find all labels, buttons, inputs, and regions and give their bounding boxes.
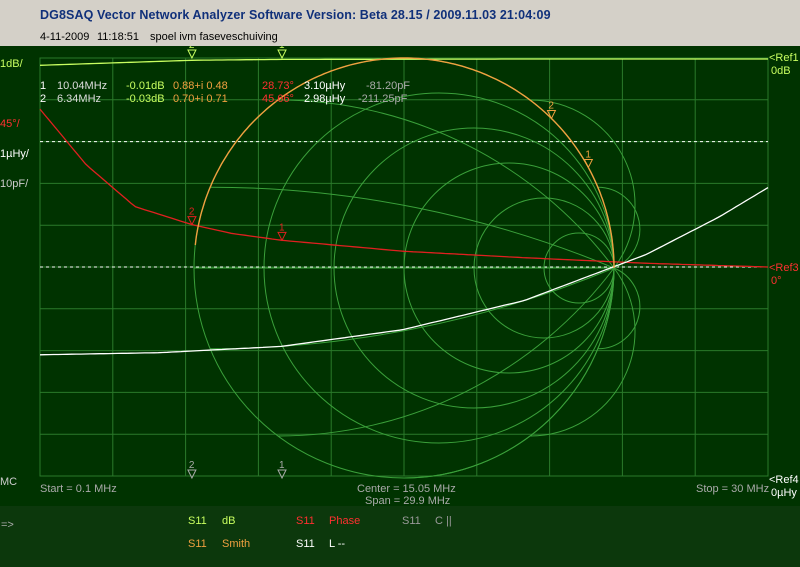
- marker-2-L: 2.98µHy: [304, 93, 346, 105]
- axis-marker-2-num: 2: [189, 460, 195, 471]
- marker-1-C: -81.20pF: [366, 80, 411, 92]
- ref4-value: 0µHy: [771, 487, 797, 499]
- legend-db-mode[interactable]: dB: [222, 515, 235, 527]
- trace-legend: => S11 dB S11 Phase S11 C || S11 Smith S…: [0, 506, 800, 567]
- center-freq: Center = 15.05 MHz: [357, 483, 456, 495]
- smith-marker-1-num: 1: [585, 149, 591, 160]
- start-freq: Start = 0.1 MHz: [40, 483, 117, 495]
- marker-1-num: 1: [40, 80, 47, 92]
- phase-marker-2-num: 2: [189, 207, 195, 218]
- legend-arrow: =>: [1, 519, 14, 531]
- axis-L-scale: 1µHy/: [0, 148, 29, 160]
- legend-c-mode[interactable]: C ||: [435, 515, 452, 527]
- ref1-value: 0dB: [771, 65, 791, 77]
- marker-2-smith: 0.70+i 0.71: [173, 93, 228, 105]
- info-bar: 4-11-2009 11:18:51 spoel ivm faseveschui…: [0, 30, 800, 46]
- marker-2-phase: 45.66°: [262, 93, 294, 105]
- legend-smith-channel[interactable]: S11: [188, 538, 207, 550]
- measure-note: spoel ivm faseveschuiving: [150, 31, 278, 43]
- db-marker-1-num: 1: [279, 46, 285, 51]
- legend-L-mode[interactable]: L --: [329, 538, 345, 550]
- db-marker-2-num: 2: [189, 46, 195, 51]
- marker-1-freq: 10.04MHz: [57, 80, 108, 92]
- marker-1-db: -0.01dB: [126, 80, 165, 92]
- marker-1-smith: 0.88+i 0.48: [173, 80, 228, 92]
- measure-time: 11:18:51: [97, 31, 140, 43]
- plot-background: [0, 46, 800, 506]
- legend-phase-mode[interactable]: Phase: [329, 515, 360, 527]
- app-title: DG8SAQ Vector Network Analyzer Software …: [40, 8, 551, 22]
- vna-app: DG8SAQ Vector Network Analyzer Software …: [0, 0, 800, 567]
- smith-marker-2-num: 2: [548, 100, 554, 111]
- marker-1-phase: 28.73°: [262, 80, 294, 92]
- marker-2-db: -0.03dB: [126, 93, 165, 105]
- ref4-label: <Ref4: [769, 474, 799, 486]
- phase-marker-1-num: 1: [279, 222, 285, 233]
- axis-C-scale: 10pF/: [0, 178, 29, 190]
- legend-phase-channel[interactable]: S11: [296, 515, 315, 527]
- legend-smith-mode[interactable]: Smith: [222, 538, 250, 550]
- axis-db-scale: 1dB/: [0, 58, 23, 70]
- marker-1-L: 3.10µHy: [304, 80, 346, 92]
- plot-area[interactable]: 11112222: [0, 46, 800, 506]
- marker-2-C: -211.25pF: [358, 93, 408, 105]
- legend-db-channel[interactable]: S11: [188, 515, 207, 527]
- axis-bottom-label: MC: [0, 476, 18, 488]
- axis-marker-1-num: 1: [279, 460, 285, 471]
- ref3-value: 0°: [771, 275, 782, 287]
- measure-date: 4-11-2009: [40, 31, 90, 43]
- title-bar: DG8SAQ Vector Network Analyzer Software …: [0, 0, 800, 30]
- ref1-label: <Ref1: [769, 52, 799, 64]
- marker-2-num: 2: [40, 93, 47, 105]
- ref3-label: <Ref3: [769, 262, 799, 274]
- stop-freq: Stop = 30 MHz: [696, 483, 770, 495]
- legend-L-channel[interactable]: S11: [296, 538, 315, 550]
- legend-c-channel[interactable]: S11: [402, 515, 421, 527]
- axis-phase-scale: 45°/: [0, 118, 20, 130]
- marker-2-freq: 6.34MHz: [57, 93, 102, 105]
